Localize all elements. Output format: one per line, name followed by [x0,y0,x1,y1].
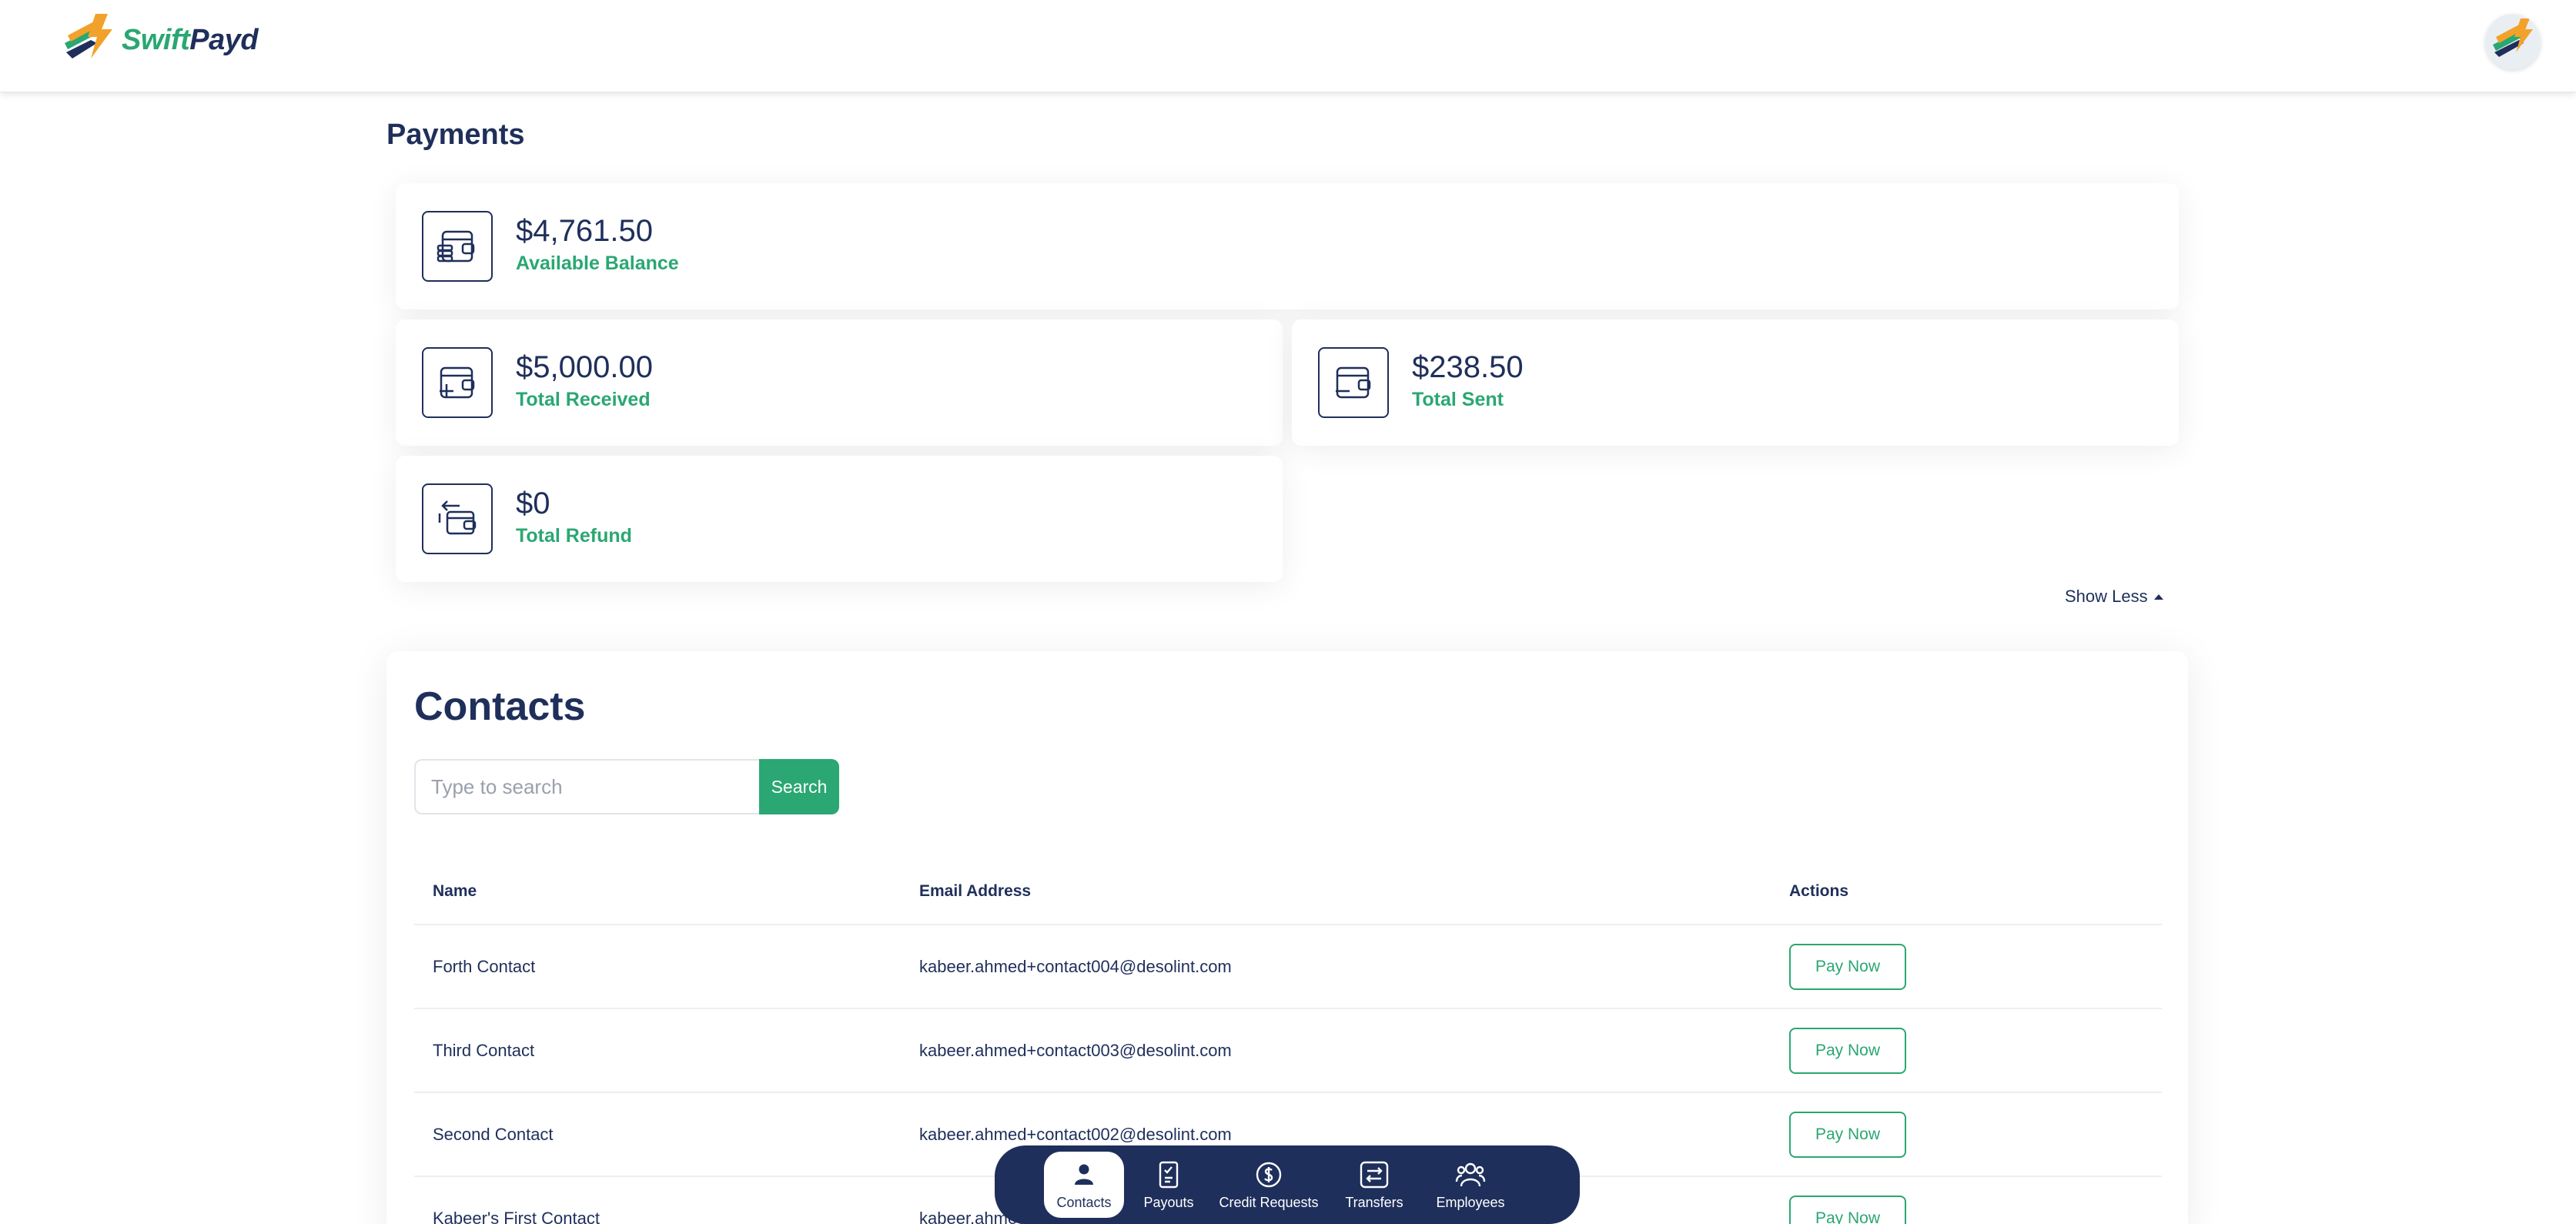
nav-label: Contacts [1056,1194,1112,1210]
search-input[interactable] [414,759,759,814]
nav-item-employees[interactable]: Employees [1424,1152,1517,1218]
wallet-send-icon [1318,347,1389,418]
total-sent-card: $238.50 Total Sent [1292,319,2179,446]
contacts-title: Contacts [414,684,586,729]
page-title: Payments [386,119,525,151]
refund-icon [422,483,493,554]
logo-mark-icon [65,14,112,59]
brand-logo[interactable]: SwiftPayd [60,12,259,68]
contact-name: Third Contact [433,1040,535,1060]
top-header: SwiftPayd [0,0,2576,92]
bottom-nav: Contacts Payouts Credit Requests Transfe… [995,1145,1580,1224]
contact-email: kabeer.ahmed+contact004@desolint.com [919,956,1232,976]
pay-now-button[interactable]: Pay Now [1789,943,1906,990]
total-refund-label: Total Refund [516,525,632,547]
total-received-card: $5,000.00 Total Received [396,319,1283,446]
available-balance-card: $4,761.50 Available Balance [396,183,2179,309]
contact-name: Kabeer's First Contact [433,1208,600,1224]
pay-now-button[interactable]: Pay Now [1789,1111,1906,1158]
avatar-logo-icon [2485,14,2541,69]
person-icon [1073,1159,1095,1190]
total-refund-value: $0 [516,487,550,520]
table-row: Forth Contact kabeer.ahmed+contact004@de… [414,925,2162,1009]
search-bar: Search [414,759,839,814]
available-balance-label: Available Balance [516,252,679,274]
contact-email: kabeer.ahmed+contact003@desolint.com [919,1040,1232,1060]
nav-label: Credit Requests [1219,1194,1319,1210]
total-received-label: Total Received [516,389,651,410]
brand-name: SwiftPayd [122,23,259,56]
dollar-circle-icon [1255,1159,1283,1190]
table-header: Name Email Address Actions [414,859,2162,925]
total-received-value: $5,000.00 [516,350,653,384]
pay-now-button[interactable]: Pay Now [1789,1195,1906,1224]
nav-label: Transfers [1345,1194,1403,1210]
wallet-receive-icon [422,347,493,418]
pay-now-button[interactable]: Pay Now [1789,1027,1906,1074]
column-header-name: Name [433,882,477,900]
nav-label: Payouts [1143,1194,1194,1210]
nav-item-credit-requests[interactable]: Credit Requests [1213,1152,1324,1218]
nav-label: Employees [1436,1194,1505,1210]
total-refund-card: $0 Total Refund [396,456,1283,582]
people-icon [1455,1159,1486,1190]
column-header-actions: Actions [1789,882,1849,900]
total-sent-value: $238.50 [1412,350,1524,384]
contact-name: Second Contact [433,1124,554,1144]
wallet-icon [422,211,493,282]
contact-email: kabeer.ahmed+contact002@desolint.com [919,1124,1232,1144]
caret-up-icon [2153,594,2163,600]
nav-item-transfers[interactable]: Transfers [1324,1152,1424,1218]
search-button[interactable]: Search [759,759,839,814]
column-header-email: Email Address [919,882,1032,900]
contacts-panel: Contacts Search Name Email Address Actio… [386,651,2188,1224]
table-row: Third Contact kabeer.ahmed+contact003@de… [414,1009,2162,1093]
user-avatar[interactable] [2485,14,2541,69]
available-balance-value: $4,761.50 [516,214,653,248]
show-less-toggle[interactable]: Show Less [2065,587,2163,607]
nav-item-contacts[interactable]: Contacts [1044,1152,1124,1218]
transfer-icon [1360,1159,1389,1190]
total-sent-label: Total Sent [1412,389,1504,410]
show-less-label: Show Less [2065,587,2148,606]
payouts-icon [1158,1159,1179,1190]
nav-item-payouts[interactable]: Payouts [1124,1152,1213,1218]
contact-name: Forth Contact [433,956,536,976]
